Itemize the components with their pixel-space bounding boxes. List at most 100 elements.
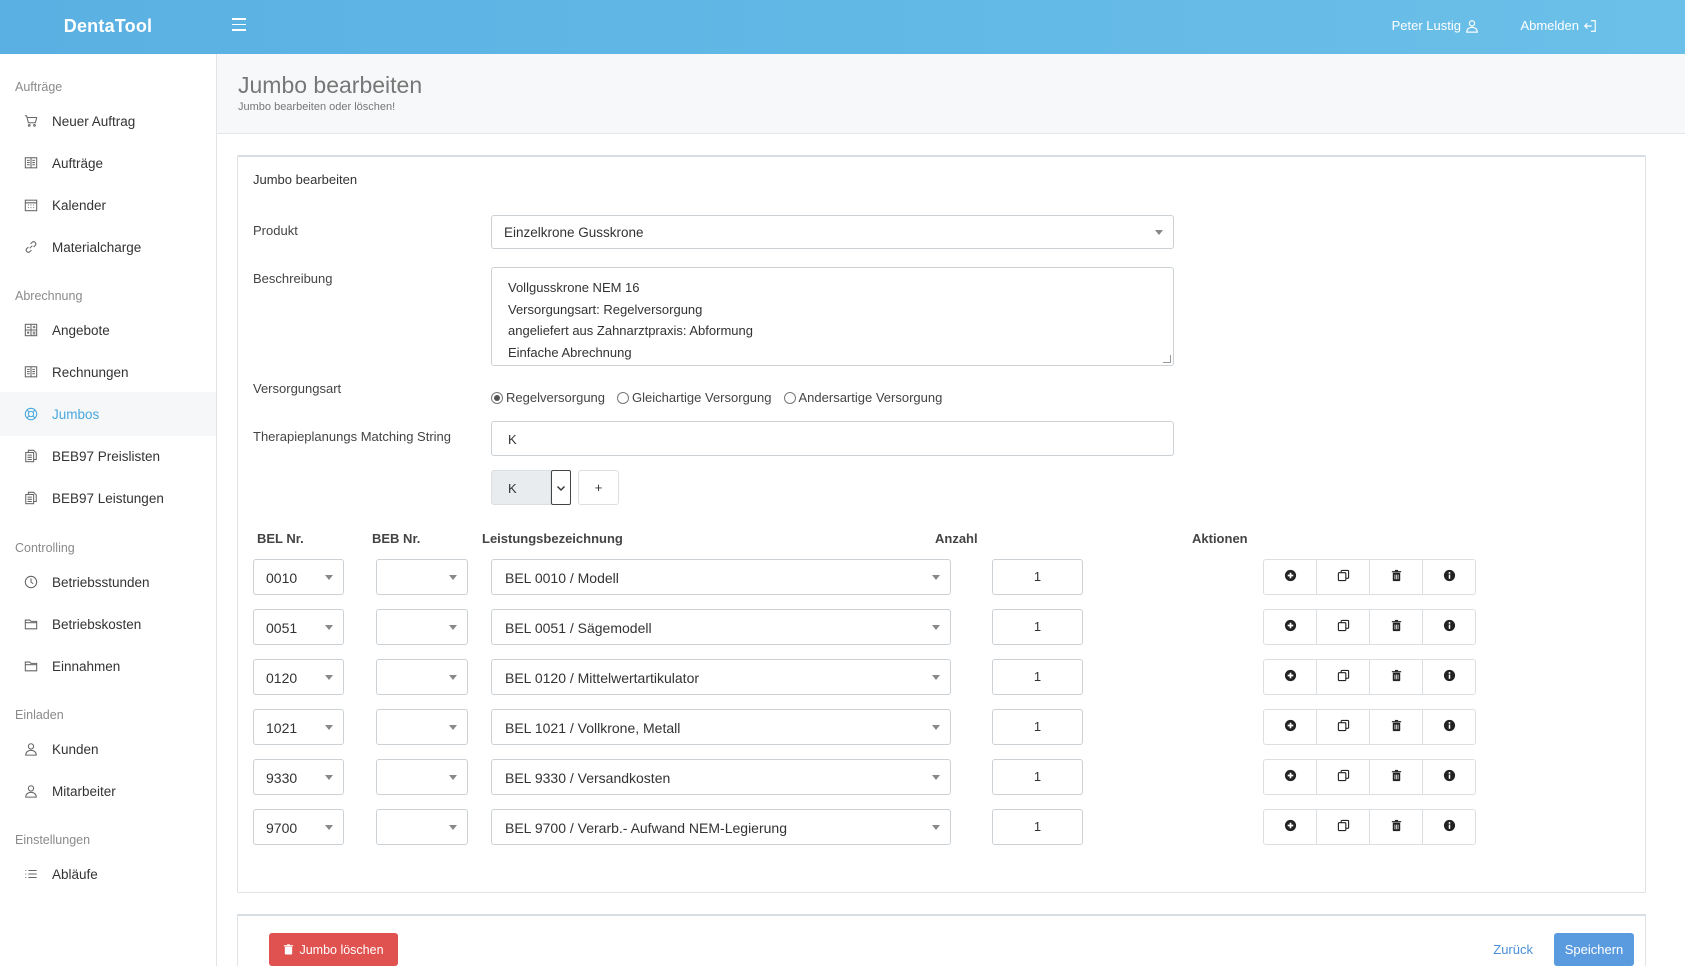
beb-nr-select[interactable] [376,759,468,795]
add-token-button[interactable]: + [578,470,619,505]
delete-row-button[interactable] [1370,560,1423,594]
duplicate-row-button[interactable] [1317,560,1370,594]
trash-icon [1390,619,1403,635]
add-row-button[interactable] [1264,560,1317,594]
delete-row-button[interactable] [1370,610,1423,644]
leistung-select[interactable]: BEL 0051 / Sägemodell [491,609,951,645]
sidebar-item-betriebsstunden[interactable]: Betriebsstunden [0,560,216,604]
sidebar-item-betriebskosten[interactable]: Betriebskosten [0,602,216,646]
hamburger-menu-icon[interactable] [230,14,248,38]
add-row-button[interactable] [1264,810,1317,844]
info-row-button[interactable] [1423,710,1475,744]
bel-nr-select[interactable]: 9700 [253,809,344,845]
duplicate-row-button[interactable] [1317,710,1370,744]
beb-nr-select[interactable] [376,659,468,695]
beb-nr-select[interactable] [376,809,468,845]
info-row-button[interactable] [1423,810,1475,844]
beschreibung-textarea[interactable]: Vollgusskrone NEM 16 Versorgungsart: Reg… [491,267,1174,366]
bel-nr-select[interactable]: 9330 [253,759,344,795]
user-menu[interactable]: Peter Lustig [1392,18,1479,33]
matching-string-input[interactable]: K [491,421,1174,456]
bel-nr-select[interactable]: 0051 [253,609,344,645]
leistung-select[interactable]: BEL 9330 / Versandkosten [491,759,951,795]
sidebar-item-mitarbeiter[interactable]: Mitarbeiter [0,769,216,813]
leistung-select[interactable]: BEL 0010 / Modell [491,559,951,595]
matching-token-dropdown[interactable] [551,470,571,505]
bel-nr-select[interactable]: 1021 [253,709,344,745]
anzahl-input[interactable]: 1 [992,659,1083,695]
footer-bar: Jumbo löschen Zurück Speichern [237,914,1646,966]
anzahl-input[interactable]: 1 [992,559,1083,595]
anzahl-input[interactable]: 1 [992,709,1083,745]
leistung-select[interactable]: BEL 1021 / Vollkrone, Metall [491,709,951,745]
resize-handle-icon[interactable] [1163,355,1171,363]
info-row-button[interactable] [1423,610,1475,644]
plus-circle-icon [1284,669,1297,685]
anzahl-input[interactable]: 1 [992,609,1083,645]
sidebar-item-abläufe[interactable]: Abläufe [0,852,216,896]
beschreibung-line: Vollgusskrone NEM 16 [508,280,640,295]
lifebuoy-icon [24,407,38,421]
add-row-button[interactable] [1264,610,1317,644]
sidebar-item-kalender[interactable]: Kalender [0,183,216,227]
radio-button[interactable] [491,391,503,404]
radio-button[interactable] [783,391,796,404]
back-link[interactable]: Zurück [1493,942,1533,957]
brand-logo[interactable]: DentaTool [0,0,216,54]
delete-row-button[interactable] [1370,710,1423,744]
leistung-select[interactable]: BEL 0120 / Mittelwertartikulator [491,659,951,695]
user-name: Peter Lustig [1391,18,1461,33]
delete-row-button[interactable] [1370,660,1423,694]
plus-circle-icon [1284,769,1297,785]
sidebar: Aufträge Neuer Auftrag Aufträge Kalender Mat… [0,54,217,966]
delete-row-button[interactable] [1370,810,1423,844]
info-row-button[interactable] [1423,660,1475,694]
sidebar-item-einnahmen[interactable]: Einnahmen [0,644,216,688]
sidebar-item-beb97-leistungen[interactable]: BEB97 Leistungen [0,476,216,520]
leistung-value: BEL 1021 / Vollkrone, Metall [505,720,681,736]
duplicate-row-button[interactable] [1317,810,1370,844]
sidebar-item-beb97-preislisten[interactable]: BEB97 Preislisten [0,434,216,478]
add-row-button[interactable] [1264,660,1317,694]
beb-nr-select[interactable] [376,609,468,645]
sidebar-item-angebote[interactable]: Angebote [0,308,216,352]
bel-nr-value: 9700 [266,820,298,836]
save-button[interactable]: Speichern [1554,933,1634,966]
info-row-button[interactable] [1423,760,1475,794]
duplicate-row-button[interactable] [1317,660,1370,694]
radio-andersartige-versorgung[interactable]: Andersartige Versorgung [783,390,942,405]
copy-icon [24,491,38,505]
add-row-button[interactable] [1264,760,1317,794]
produkt-select[interactable]: Einzelkrone Gusskrone [491,215,1174,249]
calendar-icon [24,198,38,212]
bel-nr-select[interactable]: 0010 [253,559,344,595]
sidebar-item-neuer-auftrag[interactable]: Neuer Auftrag [0,99,216,143]
matching-token-value[interactable]: K [491,470,551,505]
sidebar-item-rechnungen[interactable]: Rechnungen [0,350,216,394]
anzahl-input[interactable]: 1 [992,809,1083,845]
delete-row-button[interactable] [1370,760,1423,794]
sidebar-item-jumbos[interactable]: Jumbos [0,392,216,436]
sidebar-item-materialcharge[interactable]: Materialcharge [0,225,216,269]
sidebar-item-aufträge[interactable]: Aufträge [0,141,216,185]
sidebar-item-label: Angebote [52,322,110,338]
copy-icon [1337,669,1350,685]
delete-jumbo-button[interactable]: Jumbo löschen [269,933,398,966]
chevron-down-icon [449,775,457,780]
radio-gleichartige-versorgung[interactable]: Gleichartige Versorgung [617,390,772,405]
logout-link[interactable]: Abmelden [1520,18,1597,33]
radio-button[interactable] [617,391,630,404]
anzahl-input[interactable]: 1 [992,759,1083,795]
info-row-button[interactable] [1423,560,1475,594]
beschreibung-line: Einfache Abrechnung [508,344,632,360]
row-actions [1263,659,1476,695]
beb-nr-select[interactable] [376,559,468,595]
sidebar-item-kunden[interactable]: Kunden [0,727,216,771]
leistung-select[interactable]: BEL 9700 / Verarb.- Aufwand NEM-Legierun… [491,809,951,845]
duplicate-row-button[interactable] [1317,610,1370,644]
duplicate-row-button[interactable] [1317,760,1370,794]
beb-nr-select[interactable] [376,709,468,745]
bel-nr-select[interactable]: 0120 [253,659,344,695]
radio-regelversorgung[interactable]: Regelversorgung [491,390,605,405]
add-row-button[interactable] [1264,710,1317,744]
